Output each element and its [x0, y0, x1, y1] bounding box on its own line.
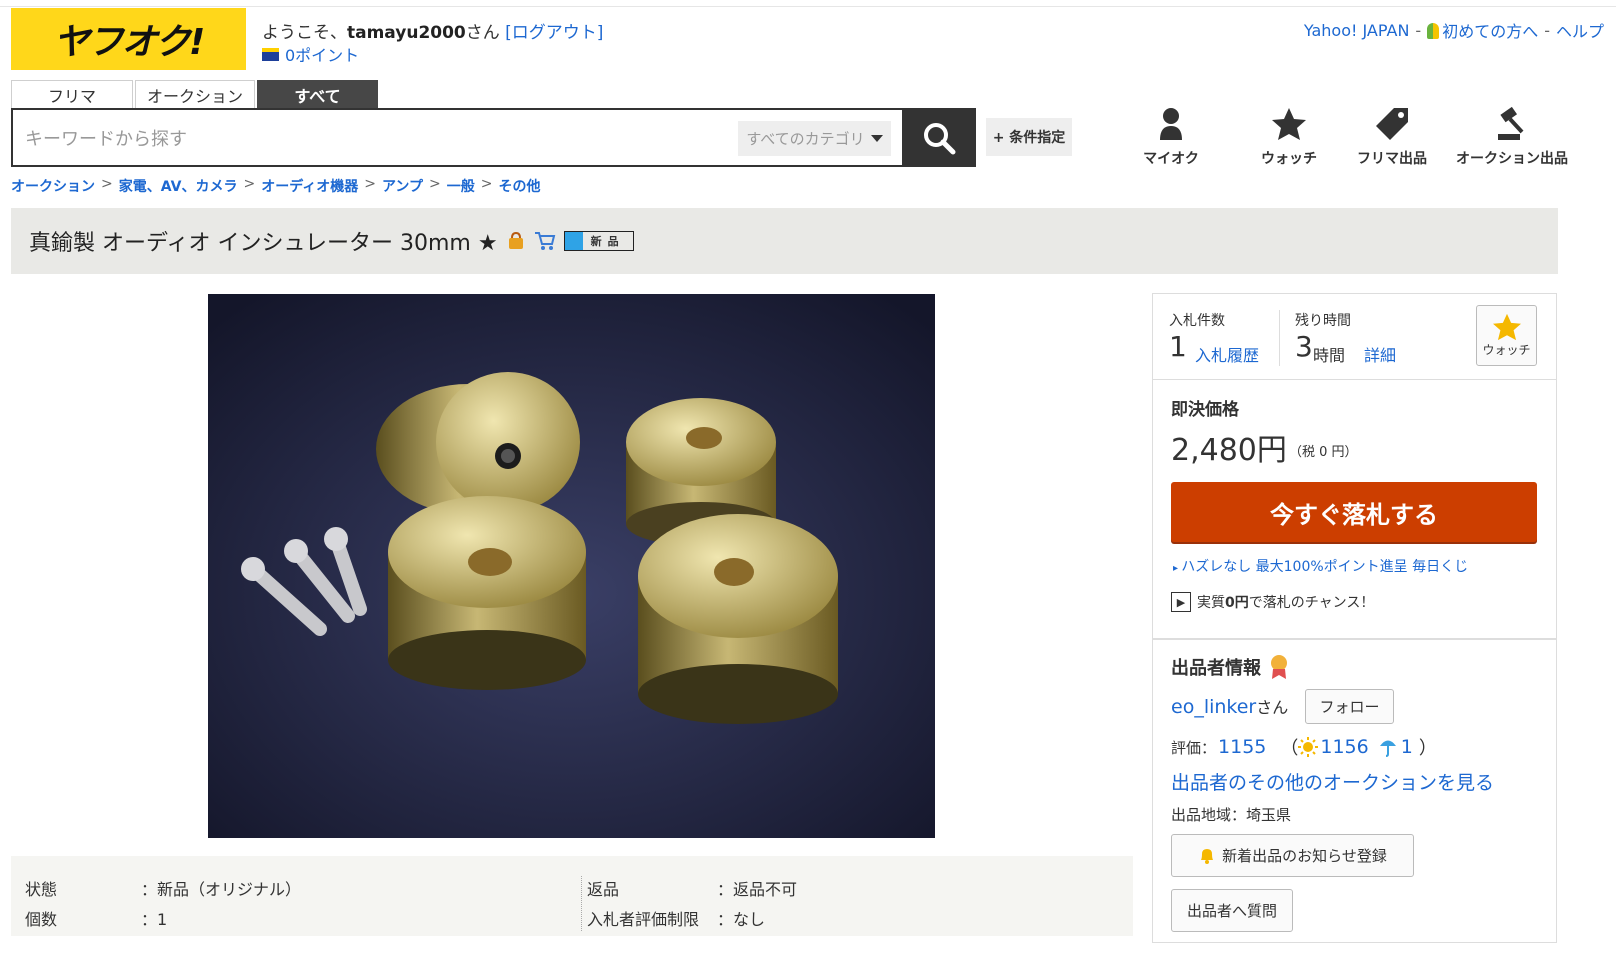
free-chance-promo[interactable]: ▶ 実質0円で落札のチャンス！	[1171, 592, 1374, 612]
bids-label: 入札件数	[1169, 313, 1225, 329]
time-remaining: 3	[1295, 330, 1313, 363]
breadcrumb-item[interactable]: アンプ	[382, 176, 423, 196]
return-label: 返品	[587, 880, 620, 899]
condition-label: 状態	[25, 880, 58, 899]
buy-now-button[interactable]: 今すぐ落札する	[1171, 482, 1537, 542]
tab-auction[interactable]: オークション	[135, 80, 255, 109]
nav-icons: マイオク ウォッチ フリマ出品 オークション出品	[1130, 106, 1574, 168]
tab-flea[interactable]: フリマ	[11, 80, 133, 109]
caret-down-icon	[870, 135, 883, 142]
nav-watch[interactable]: ウォッチ	[1234, 106, 1344, 168]
star-icon	[1492, 313, 1521, 341]
page-title: 真鍮製 オーディオ インシュレーター 30mm ★	[29, 231, 498, 256]
return-value: ：返品不可	[717, 880, 798, 899]
section-divider	[1153, 638, 1556, 639]
top-border	[0, 0, 1616, 7]
item-photo[interactable]	[208, 294, 935, 838]
time-unit: 時間	[1313, 346, 1346, 365]
play-icon: ▶	[1171, 592, 1191, 612]
buy-now-price: 2,480円	[1171, 433, 1287, 468]
cart-icon	[534, 232, 555, 250]
brass-insulator-bottom-left	[388, 496, 586, 690]
ask-seller-button[interactable]: 出品者へ質問	[1171, 889, 1293, 932]
seller-name-link[interactable]: eo_linker	[1171, 696, 1256, 718]
bid-history-link[interactable]: 入札履歴	[1195, 342, 1259, 366]
bag-icon	[508, 231, 523, 249]
person-icon	[1160, 108, 1182, 140]
quantity-label: 個数	[25, 910, 58, 929]
quantity-value: ：1	[141, 910, 168, 929]
logout-link[interactable]: [ログアウト]	[505, 23, 603, 43]
bell-icon	[1201, 848, 1214, 864]
top-links: Yahoo! JAPAN - 初めての方へ - ヘルプ	[1304, 18, 1604, 42]
search-box: すべてのカテゴリ	[11, 108, 904, 167]
seller-info-heading: 出品者情報	[1171, 654, 1289, 680]
bidder-limit-value: ：なし	[717, 910, 766, 929]
username: tamayu2000	[347, 23, 466, 43]
breadcrumb: オークション > 家電、AV、カメラ > オーディオ機器 > アンプ > 一般 > その他	[11, 176, 541, 196]
search-icon	[924, 122, 956, 154]
time-label: 残り時間	[1295, 313, 1351, 329]
rating-good-link[interactable]: 1156	[1320, 736, 1368, 758]
follow-button[interactable]: フォロー	[1305, 689, 1394, 724]
breadcrumb-item[interactable]: その他	[498, 176, 540, 196]
first-time-link[interactable]: 初めての方へ	[1427, 18, 1538, 42]
gavel-icon	[1498, 106, 1524, 140]
bids-count: 1	[1169, 330, 1187, 363]
search-tabs: フリマ オークション すべて	[11, 80, 380, 109]
purchase-sidebar: 入札件数 1 入札履歴 残り時間 3 時間 詳細 ウォッチ 即決価格 2,480…	[1152, 293, 1557, 943]
breadcrumb-item[interactable]: オーディオ機器	[261, 176, 358, 196]
rating-total-link[interactable]: 1155	[1218, 736, 1266, 758]
buy-now-label: 即決価格	[1171, 400, 1239, 420]
points-link[interactable]: 0ポイント	[262, 42, 359, 66]
details-divider	[581, 876, 582, 931]
lottery-promo-link[interactable]: ▸ ハズレなし 最大100%ポイント進呈 毎日くじ	[1173, 556, 1468, 576]
category-select[interactable]: すべてのカテゴリ	[738, 121, 891, 156]
badge-icon	[1271, 655, 1287, 679]
tag-icon	[1376, 108, 1408, 140]
yahoo-auction-logo[interactable]: ヤフオク!	[11, 8, 246, 70]
yahoo-japan-link[interactable]: Yahoo! JAPAN	[1304, 21, 1410, 40]
breadcrumb-item[interactable]: 家電、AV、カメラ	[119, 176, 238, 196]
brass-insulator-bottom-right	[638, 514, 838, 724]
other-auctions-link[interactable]: 出品者のその他のオークションを見る	[1171, 768, 1494, 795]
nav-auction-listing[interactable]: オークション出品	[1450, 106, 1574, 168]
new-listing-notify-button[interactable]: 新着出品のお知らせ登録	[1171, 834, 1414, 877]
item-title-bar: 真鍮製 オーディオ インシュレーター 30mm ★ 新品	[11, 208, 1558, 274]
tab-all[interactable]: すべて	[257, 80, 378, 109]
sun-icon	[1298, 737, 1319, 757]
tax-note: （税 0 円）	[1289, 445, 1358, 460]
bid-divider	[1279, 310, 1280, 366]
search-input[interactable]	[23, 120, 727, 158]
bidder-limit-link[interactable]: 入札者評価制限	[587, 906, 699, 930]
nav-flea-listing[interactable]: フリマ出品	[1344, 106, 1440, 168]
welcome-text: ようこそ、tamayu2000さん [ログアウト]	[262, 23, 604, 43]
watch-button[interactable]: ウォッチ	[1476, 305, 1537, 366]
seller-name-row: eo_linkerさん	[1171, 696, 1289, 718]
bid-status: 入札件数 1 入札履歴 残り時間 3 時間 詳細 ウォッチ	[1153, 294, 1556, 380]
seller-rating: 評価： 1155 （ 1156 1 ）	[1171, 736, 1437, 759]
breadcrumb-item[interactable]: オークション	[11, 176, 95, 196]
time-detail-link[interactable]: 詳細	[1364, 342, 1396, 366]
umbrella-icon	[1379, 740, 1396, 757]
t-point-icon	[262, 47, 279, 61]
beginner-leaf-icon	[1427, 23, 1440, 39]
seller-region: 出品地域：埼玉県	[1171, 806, 1292, 824]
condition-button[interactable]: + 条件指定	[986, 118, 1072, 156]
nav-my-auction[interactable]: マイオク	[1130, 106, 1212, 168]
search-button[interactable]	[902, 108, 976, 167]
breadcrumb-item[interactable]: 一般	[447, 176, 475, 196]
condition-value: ：新品（オリジナル）	[141, 880, 302, 899]
item-details: 状態 ：新品（オリジナル） 個数 ：1 返品 ：返品不可 入札者評価制限 ：なし	[11, 856, 1133, 936]
star-icon	[1272, 108, 1306, 140]
new-item-badge: 新品	[563, 231, 634, 251]
help-link[interactable]: ヘルプ	[1556, 18, 1604, 42]
rating-bad-link[interactable]: 1	[1401, 736, 1413, 758]
